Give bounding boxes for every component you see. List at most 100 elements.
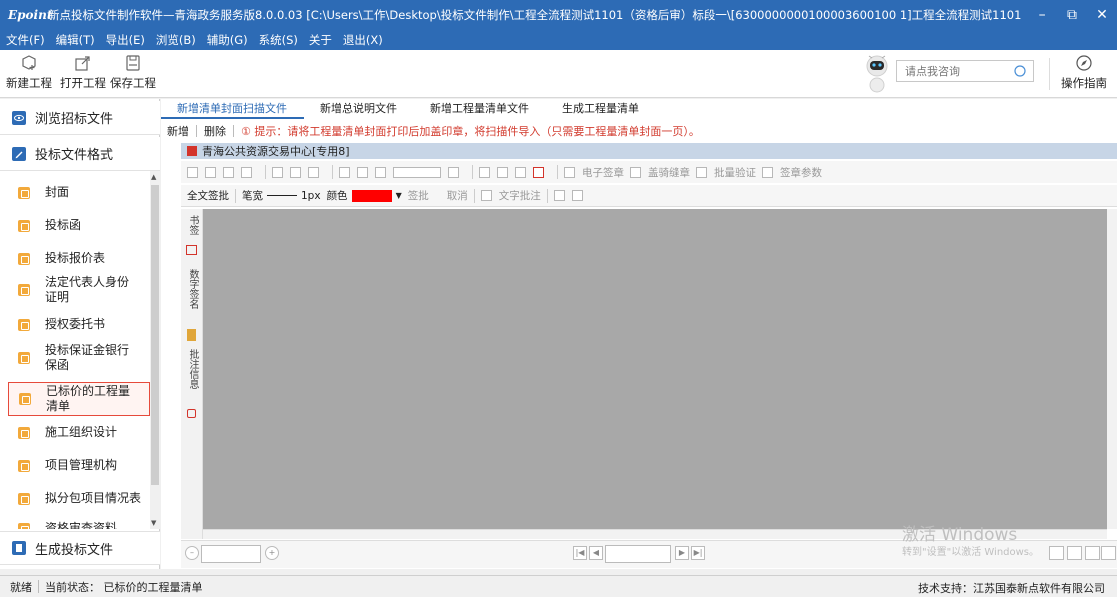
tab-generate-bill[interactable]: 生成工程量清单 <box>546 100 656 119</box>
side-tab-bookmarks[interactable]: 书签 <box>185 215 200 235</box>
pen-line-icon <box>267 195 297 196</box>
full-sign-button[interactable]: 全文签批 <box>187 188 229 203</box>
tab-add-bill-file[interactable]: 新增工程量清单文件 <box>414 100 546 119</box>
operation-guide-button[interactable]: 操作指南 <box>1061 54 1107 91</box>
menu-system[interactable]: 系统(S) <box>259 32 298 48</box>
binoculars-icon[interactable] <box>223 166 234 178</box>
tab-add-general-notes[interactable]: 新增总说明文件 <box>304 100 414 119</box>
assistant-search-input[interactable] <box>897 61 1007 81</box>
fit-page-icon[interactable] <box>339 166 350 178</box>
sign-params-button[interactable]: 签章参数 <box>780 165 822 180</box>
page-icon[interactable] <box>205 166 216 178</box>
rotate-right-icon[interactable] <box>497 166 508 178</box>
menu-about[interactable]: 关于 <box>309 32 332 48</box>
divider <box>473 188 475 203</box>
thumbnail-view-icon[interactable] <box>1101 546 1116 560</box>
document-title: 青海公共资源交易中心[专用8] <box>202 145 350 158</box>
cancel-button[interactable]: 取消 <box>447 188 468 203</box>
continuous-view-icon[interactable] <box>1085 546 1100 560</box>
status-tech-support: 技术支持：江苏国泰新点软件有限公司 <box>918 582 1105 595</box>
sidebar-item-project-management[interactable]: 项目管理机构 <box>8 458 150 473</box>
menu-browse[interactable]: 浏览(B) <box>156 32 196 48</box>
zoom-in-icon[interactable]: + <box>265 546 279 560</box>
zoom-out-icon[interactable]: – <box>185 546 199 560</box>
side-tab-digital-signature[interactable]: 数字签名 <box>185 269 200 309</box>
pen-width-label: 笔宽 <box>242 190 263 202</box>
scroll-up-arrow-icon[interactable]: ▲ <box>151 173 156 181</box>
menu-exit[interactable]: 退出(X) <box>343 32 383 48</box>
divider <box>38 580 39 593</box>
minimize-button[interactable]: – <box>1027 7 1057 23</box>
first-page-icon[interactable]: |◀ <box>573 546 587 560</box>
sidebar-item-cover[interactable]: 封面 <box>8 185 150 200</box>
tab-add-cover-scan[interactable]: 新增清单封面扫描文件 <box>161 100 304 119</box>
zoom-level-input[interactable] <box>393 166 441 178</box>
document-icon <box>18 318 30 331</box>
snapshot-icon[interactable] <box>308 166 319 178</box>
sidebar-item-bid-letter[interactable]: 投标函 <box>8 218 150 233</box>
save-project-button[interactable]: 保存工程 <box>110 54 156 91</box>
print-icon[interactable] <box>187 166 198 178</box>
sidebar-scrollbar[interactable]: ▲ ▼ <box>150 171 160 529</box>
sidebar-item-label: 已标价的工程量清单 <box>46 384 131 413</box>
close-button[interactable]: ✕ <box>1087 7 1117 23</box>
zoom-out-icon[interactable] <box>375 166 386 178</box>
menu-assist[interactable]: 辅助(G) <box>207 32 248 48</box>
sidebar-item-subcontract[interactable]: 拟分包项目情况表 <box>8 491 150 506</box>
seam-stamp-button[interactable]: 盖骑缝章 <box>648 165 690 180</box>
batch-verify-button[interactable]: 批量验证 <box>714 165 756 180</box>
generate-bid-file-section[interactable]: 生成投标文件 <box>0 531 160 565</box>
select-icon[interactable] <box>290 166 301 178</box>
bid-file-format-section[interactable]: 投标文件格式 <box>0 137 160 171</box>
sidebar-item-construction-design[interactable]: 施工组织设计 <box>8 425 150 440</box>
last-page-icon[interactable]: ▶| <box>691 546 705 560</box>
scroll-down-arrow-icon[interactable]: ▼ <box>151 519 156 527</box>
add-button[interactable]: 新增 <box>167 123 189 139</box>
sign-button[interactable]: 签批 <box>408 188 429 203</box>
menu-export[interactable]: 导出(E) <box>106 32 145 48</box>
menu-file[interactable]: 文件(F) <box>6 32 45 48</box>
zoom-slider[interactable] <box>201 545 261 563</box>
single-page-view-icon[interactable] <box>1049 546 1064 560</box>
note-list-icon[interactable] <box>553 190 565 201</box>
open-project-button[interactable]: 打开工程 <box>60 54 106 91</box>
pen-width-value[interactable]: 1px <box>301 190 321 202</box>
double-page-view-icon[interactable] <box>1067 546 1082 560</box>
pdf-vertical-scrollbar[interactable] <box>1107 209 1117 529</box>
e-signature-button[interactable]: 电子签章 <box>582 165 624 180</box>
next-page-icon[interactable]: ▶ <box>675 546 689 560</box>
menu-edit[interactable]: 编辑(T) <box>56 32 95 48</box>
restore-button[interactable]: ⧉ <box>1057 7 1087 23</box>
fit-width-icon[interactable] <box>357 166 368 178</box>
previous-page-icon[interactable]: ◀ <box>589 546 603 560</box>
delete-button[interactable]: 删除 <box>204 123 226 139</box>
search-icon[interactable] <box>515 166 526 178</box>
operation-guide-label: 操作指南 <box>1061 76 1107 90</box>
tools-icon[interactable] <box>533 166 544 178</box>
pen-color-swatch[interactable] <box>351 189 392 202</box>
page-number-input[interactable] <box>605 545 671 563</box>
search-icon[interactable] <box>1013 64 1027 78</box>
sidebar-item-authorization[interactable]: 授权委托书 <box>8 317 150 332</box>
hand-icon[interactable] <box>272 166 283 178</box>
zoom-in-icon[interactable] <box>448 166 459 178</box>
save-project-label: 保存工程 <box>110 76 156 90</box>
sidebar-item-priced-bill[interactable]: 已标价的工程量清单 <box>8 382 150 416</box>
open-project-label: 打开工程 <box>60 76 106 90</box>
browse-tender-file-section[interactable]: 浏览招标文件 <box>0 101 160 135</box>
sidebar-item-qualification[interactable]: 资格审查资料 <box>8 521 150 529</box>
main-toolbar: 新建工程 打开工程 保存工程 操作指南 <box>0 50 1117 98</box>
comment-icon[interactable] <box>571 190 583 201</box>
text-note-button[interactable]: 文字批注 <box>499 188 541 203</box>
new-project-button[interactable]: 新建工程 <box>6 54 52 91</box>
status-bar: 就绪 当前状态： 已标价的工程量清单 技术支持：江苏国泰新点软件有限公司 <box>0 575 1117 597</box>
sidebar-item-bank-guarantee[interactable]: 投标保证金银行保函 <box>8 343 150 373</box>
sidebar-item-legal-rep-id[interactable]: 法定代表人身份证明 <box>8 275 150 305</box>
sidebar-scroll-thumb[interactable] <box>151 185 159 485</box>
pdf-document-canvas[interactable] <box>203 209 1107 529</box>
chevron-down-icon[interactable]: ▼ <box>396 191 402 200</box>
sidebar-item-quotation[interactable]: 投标报价表 <box>8 251 150 266</box>
side-tab-annotations[interactable]: 批注信息 <box>185 349 200 389</box>
find-icon[interactable] <box>241 166 252 178</box>
rotate-left-icon[interactable] <box>479 166 490 178</box>
